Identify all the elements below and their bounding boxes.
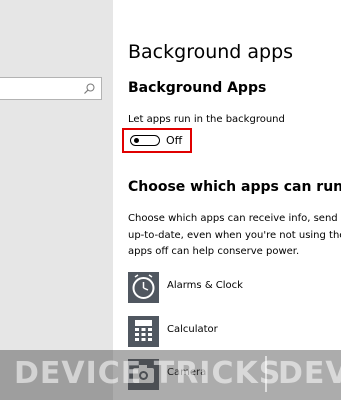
watermark-banner: DEVICE TRICKS DEV: [0, 350, 341, 400]
choose-apps-title: Choose which apps can run in th: [128, 179, 341, 195]
app-item-alarms-clock: Alarms & Clock: [128, 272, 341, 306]
toggle-highlight-box: Off: [122, 128, 192, 153]
watermark-text: DEVICE TRICKS: [14, 356, 282, 391]
app-label: Calculator: [167, 324, 218, 335]
calculator-icon: [128, 316, 159, 347]
settings-search-input[interactable]: [0, 77, 102, 100]
description-line: up-to-date, even when you're not using t…: [128, 229, 341, 241]
background-apps-toggle[interactable]: [130, 135, 160, 146]
search-icon: [84, 83, 95, 94]
page-title: Background apps: [128, 41, 294, 63]
settings-content: Background apps Background Apps Let apps…: [113, 0, 341, 400]
watermark-text-right: DEV: [278, 356, 341, 391]
settings-sidebar: [0, 0, 113, 400]
app-item-calculator: Calculator: [128, 316, 341, 350]
description-line: Choose which apps can receive info, send…: [128, 213, 341, 224]
choose-apps-description: Choose which apps can receive info, send…: [128, 211, 341, 261]
section-title: Background Apps: [128, 80, 267, 96]
toggle-label: Let apps run in the background: [128, 114, 285, 125]
alarm-clock-icon: [128, 272, 159, 303]
app-label: Alarms & Clock: [167, 280, 243, 291]
description-line: apps off can help conserve power.: [128, 246, 300, 257]
watermark-divider: [265, 356, 267, 392]
toggle-knob: [134, 138, 139, 143]
toggle-state-label: Off: [166, 134, 183, 147]
